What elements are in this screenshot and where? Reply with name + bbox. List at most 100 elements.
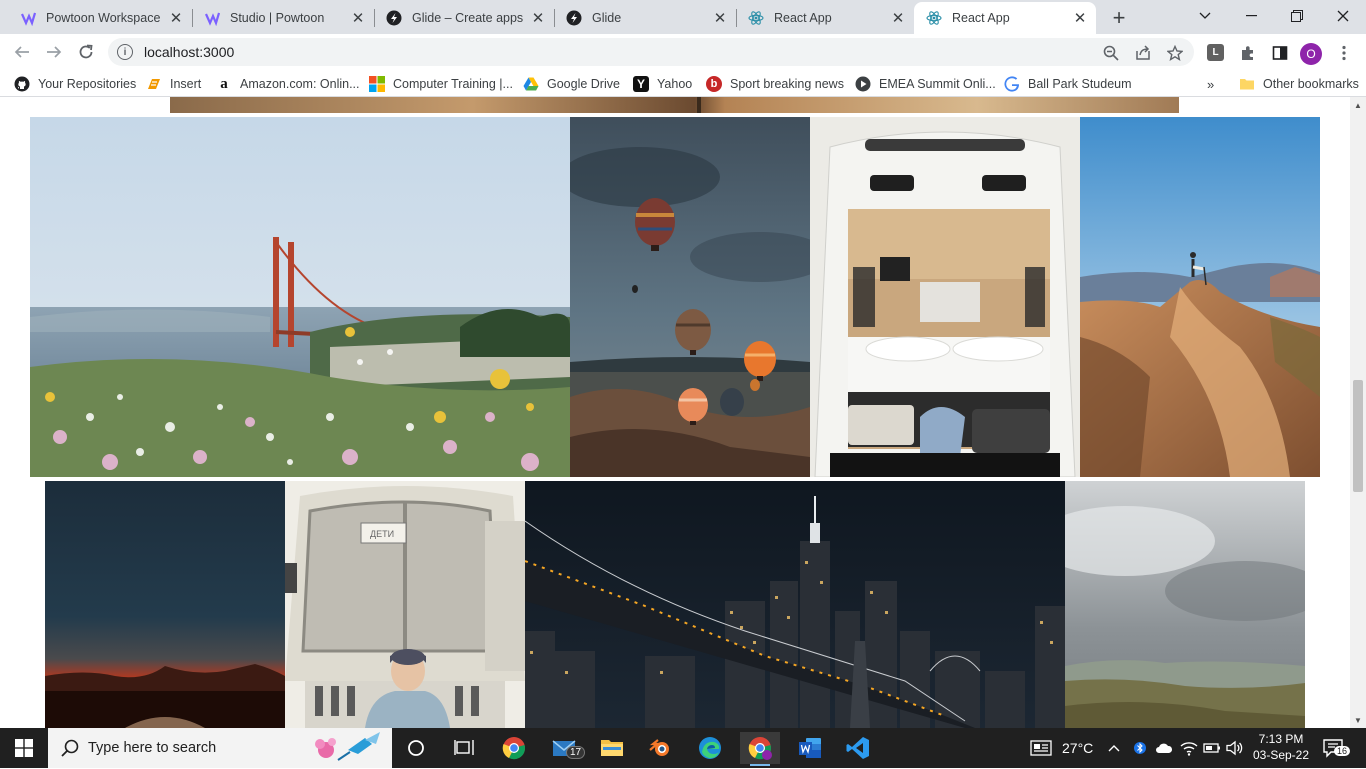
bookmark-your-repositories[interactable]: Your Repositories — [14, 74, 136, 94]
minimize-icon — [1245, 15, 1257, 17]
tab-title: React App — [952, 11, 1010, 25]
gallery-image-bus-child[interactable]: ДЕТИ — [285, 481, 525, 728]
cloud-icon — [1156, 743, 1173, 753]
bookmark-label: Amazon.com: Onlin... — [240, 77, 360, 91]
taskbar-blender[interactable] — [640, 732, 680, 764]
bluetooth-icon — [1134, 742, 1146, 754]
tab-glide[interactable]: Glide ✕ — [554, 2, 736, 34]
share-icon[interactable] — [1134, 44, 1152, 62]
taskbar-search-box[interactable]: Type here to search — [48, 728, 392, 768]
minimize-button[interactable] — [1228, 0, 1274, 32]
taskbar-chrome[interactable] — [494, 732, 534, 764]
profile-avatar[interactable]: O — [1300, 43, 1322, 65]
close-icon[interactable]: ✕ — [350, 10, 366, 27]
close-icon[interactable]: ✕ — [712, 10, 728, 27]
back-button[interactable] — [8, 38, 36, 66]
page-scrollbar[interactable]: ▲ ▼ — [1350, 97, 1366, 728]
task-view-button[interactable] — [396, 732, 436, 764]
gallery-image-cloudy-hills[interactable] — [1065, 481, 1305, 728]
scroll-down-arrow-icon[interactable]: ▼ — [1350, 714, 1366, 726]
browser-toolbar: i localhost:3000 L O — [0, 34, 1366, 71]
menu-icon[interactable] — [1334, 43, 1354, 63]
extensions-puzzle-icon[interactable] — [1238, 43, 1258, 63]
bookmark-label: Ball Park Studeum — [1028, 77, 1132, 91]
bookmark-google-drive[interactable]: Google Drive — [523, 74, 620, 94]
volume-tray-icon[interactable] — [1226, 728, 1244, 768]
bookmark-insert[interactable]: Insert — [146, 74, 201, 94]
chevron-double-right-icon: » — [1207, 76, 1215, 92]
bookmark-computer-training[interactable]: Computer Training |... — [369, 74, 513, 94]
gallery-image-hot-air-balloons[interactable] — [570, 117, 810, 477]
gallery-image-partial-top[interactable] — [170, 97, 1179, 113]
bookmark-ball-park-studeum[interactable]: Ball Park Studeum — [1004, 74, 1132, 94]
reload-button[interactable] — [72, 38, 100, 66]
other-bookmarks-label: Other bookmarks — [1263, 77, 1359, 91]
tab-glide-create-apps[interactable]: Glide – Create apps & ✕ — [374, 2, 554, 34]
taskbar-word[interactable] — [790, 732, 830, 764]
timeline-button[interactable] — [444, 732, 484, 764]
close-icon[interactable]: ✕ — [890, 10, 906, 27]
tab-title: React App — [774, 11, 832, 25]
vscode-icon — [846, 737, 869, 759]
tab-react-app[interactable]: React App ✕ — [736, 2, 914, 34]
site-info-icon[interactable]: i — [117, 44, 133, 60]
taskbar-chrome-profile[interactable] — [740, 732, 780, 766]
arrow-left-icon — [14, 46, 29, 58]
gallery-image-sunset-horizon[interactable] — [45, 481, 285, 728]
close-icon[interactable]: ✕ — [168, 10, 184, 27]
windows-logo-icon — [15, 739, 33, 757]
show-hidden-icons-button[interactable] — [1108, 728, 1120, 768]
taskbar-mail[interactable]: 17 — [544, 732, 586, 764]
close-icon[interactable]: ✕ — [530, 10, 546, 27]
bookmark-sport-breaking-news[interactable]: b Sport breaking news — [706, 74, 844, 94]
gallery-image-golden-gate-bridge[interactable] — [30, 117, 570, 477]
tab-react-app-active[interactable]: React App ✕ — [914, 2, 1096, 34]
extension-l-icon[interactable]: L — [1207, 44, 1224, 61]
bookmarks-overflow-button[interactable]: » — [1207, 74, 1214, 94]
battery-icon — [1203, 743, 1220, 753]
bookmark-yahoo[interactable]: Y Yahoo — [633, 74, 692, 94]
other-bookmarks[interactable]: Other bookmarks — [1239, 74, 1359, 94]
new-tab-button[interactable]: + — [1106, 5, 1132, 31]
url-text[interactable]: localhost:3000 — [144, 44, 1194, 60]
blender-icon — [649, 739, 669, 756]
tab-powtoon-workspace[interactable]: Powtoon Workspace ✕ — [8, 2, 192, 34]
onedrive-tray-icon[interactable] — [1155, 728, 1173, 768]
taskbar-edge[interactable] — [690, 732, 730, 764]
forward-button[interactable] — [40, 38, 68, 66]
taskbar-file-explorer[interactable] — [592, 732, 632, 764]
bookmark-amazon[interactable]: a Amazon.com: Onlin... — [216, 74, 360, 94]
word-icon — [799, 738, 821, 758]
tab-search-button[interactable] — [1182, 0, 1228, 32]
bookmark-emea-summit[interactable]: EMEA Summit Onli... — [855, 74, 996, 94]
scroll-up-arrow-icon[interactable]: ▲ — [1350, 99, 1366, 111]
powtoon-icon — [20, 10, 36, 26]
taskbar-vscode[interactable] — [838, 732, 878, 764]
start-button[interactable] — [0, 728, 48, 768]
gallery-image-brooklyn-bridge-night[interactable] — [525, 481, 1065, 728]
hummingbird-illustration-icon — [310, 730, 390, 769]
tab-title: Glide — [592, 11, 622, 25]
restore-button[interactable] — [1274, 0, 1320, 32]
notifications-button[interactable]: 16 — [1322, 728, 1351, 768]
gallery-image-camper-van[interactable] — [810, 117, 1080, 477]
tab-strip: Powtoon Workspace ✕ Studio | Powtoon ✕ G… — [0, 0, 1366, 34]
zoom-icon[interactable] — [1102, 44, 1120, 62]
close-icon[interactable]: ✕ — [1072, 10, 1088, 27]
weather-widget[interactable]: 27°C — [1030, 728, 1093, 768]
scroll-thumb[interactable] — [1353, 380, 1363, 492]
network-tray-icon[interactable] — [1180, 728, 1198, 768]
bluetooth-tray-icon[interactable] — [1134, 728, 1146, 768]
react-icon — [926, 10, 942, 26]
arrow-right-icon — [47, 46, 62, 58]
powtoon-icon — [204, 10, 220, 26]
tab-studio-powtoon[interactable]: Studio | Powtoon ✕ — [192, 2, 374, 34]
address-bar[interactable]: i localhost:3000 — [108, 38, 1194, 66]
taskbar-clock[interactable]: 7:13 PM 03-Sep-22 — [1248, 731, 1314, 763]
side-panel-icon[interactable] — [1270, 43, 1290, 63]
gallery-image-hiker-ridge[interactable] — [1080, 117, 1320, 477]
battery-tray-icon[interactable] — [1203, 728, 1221, 768]
bookmark-star-icon[interactable] — [1166, 44, 1184, 62]
close-window-button[interactable] — [1320, 0, 1366, 32]
bookmark-label: Google Drive — [547, 77, 620, 91]
